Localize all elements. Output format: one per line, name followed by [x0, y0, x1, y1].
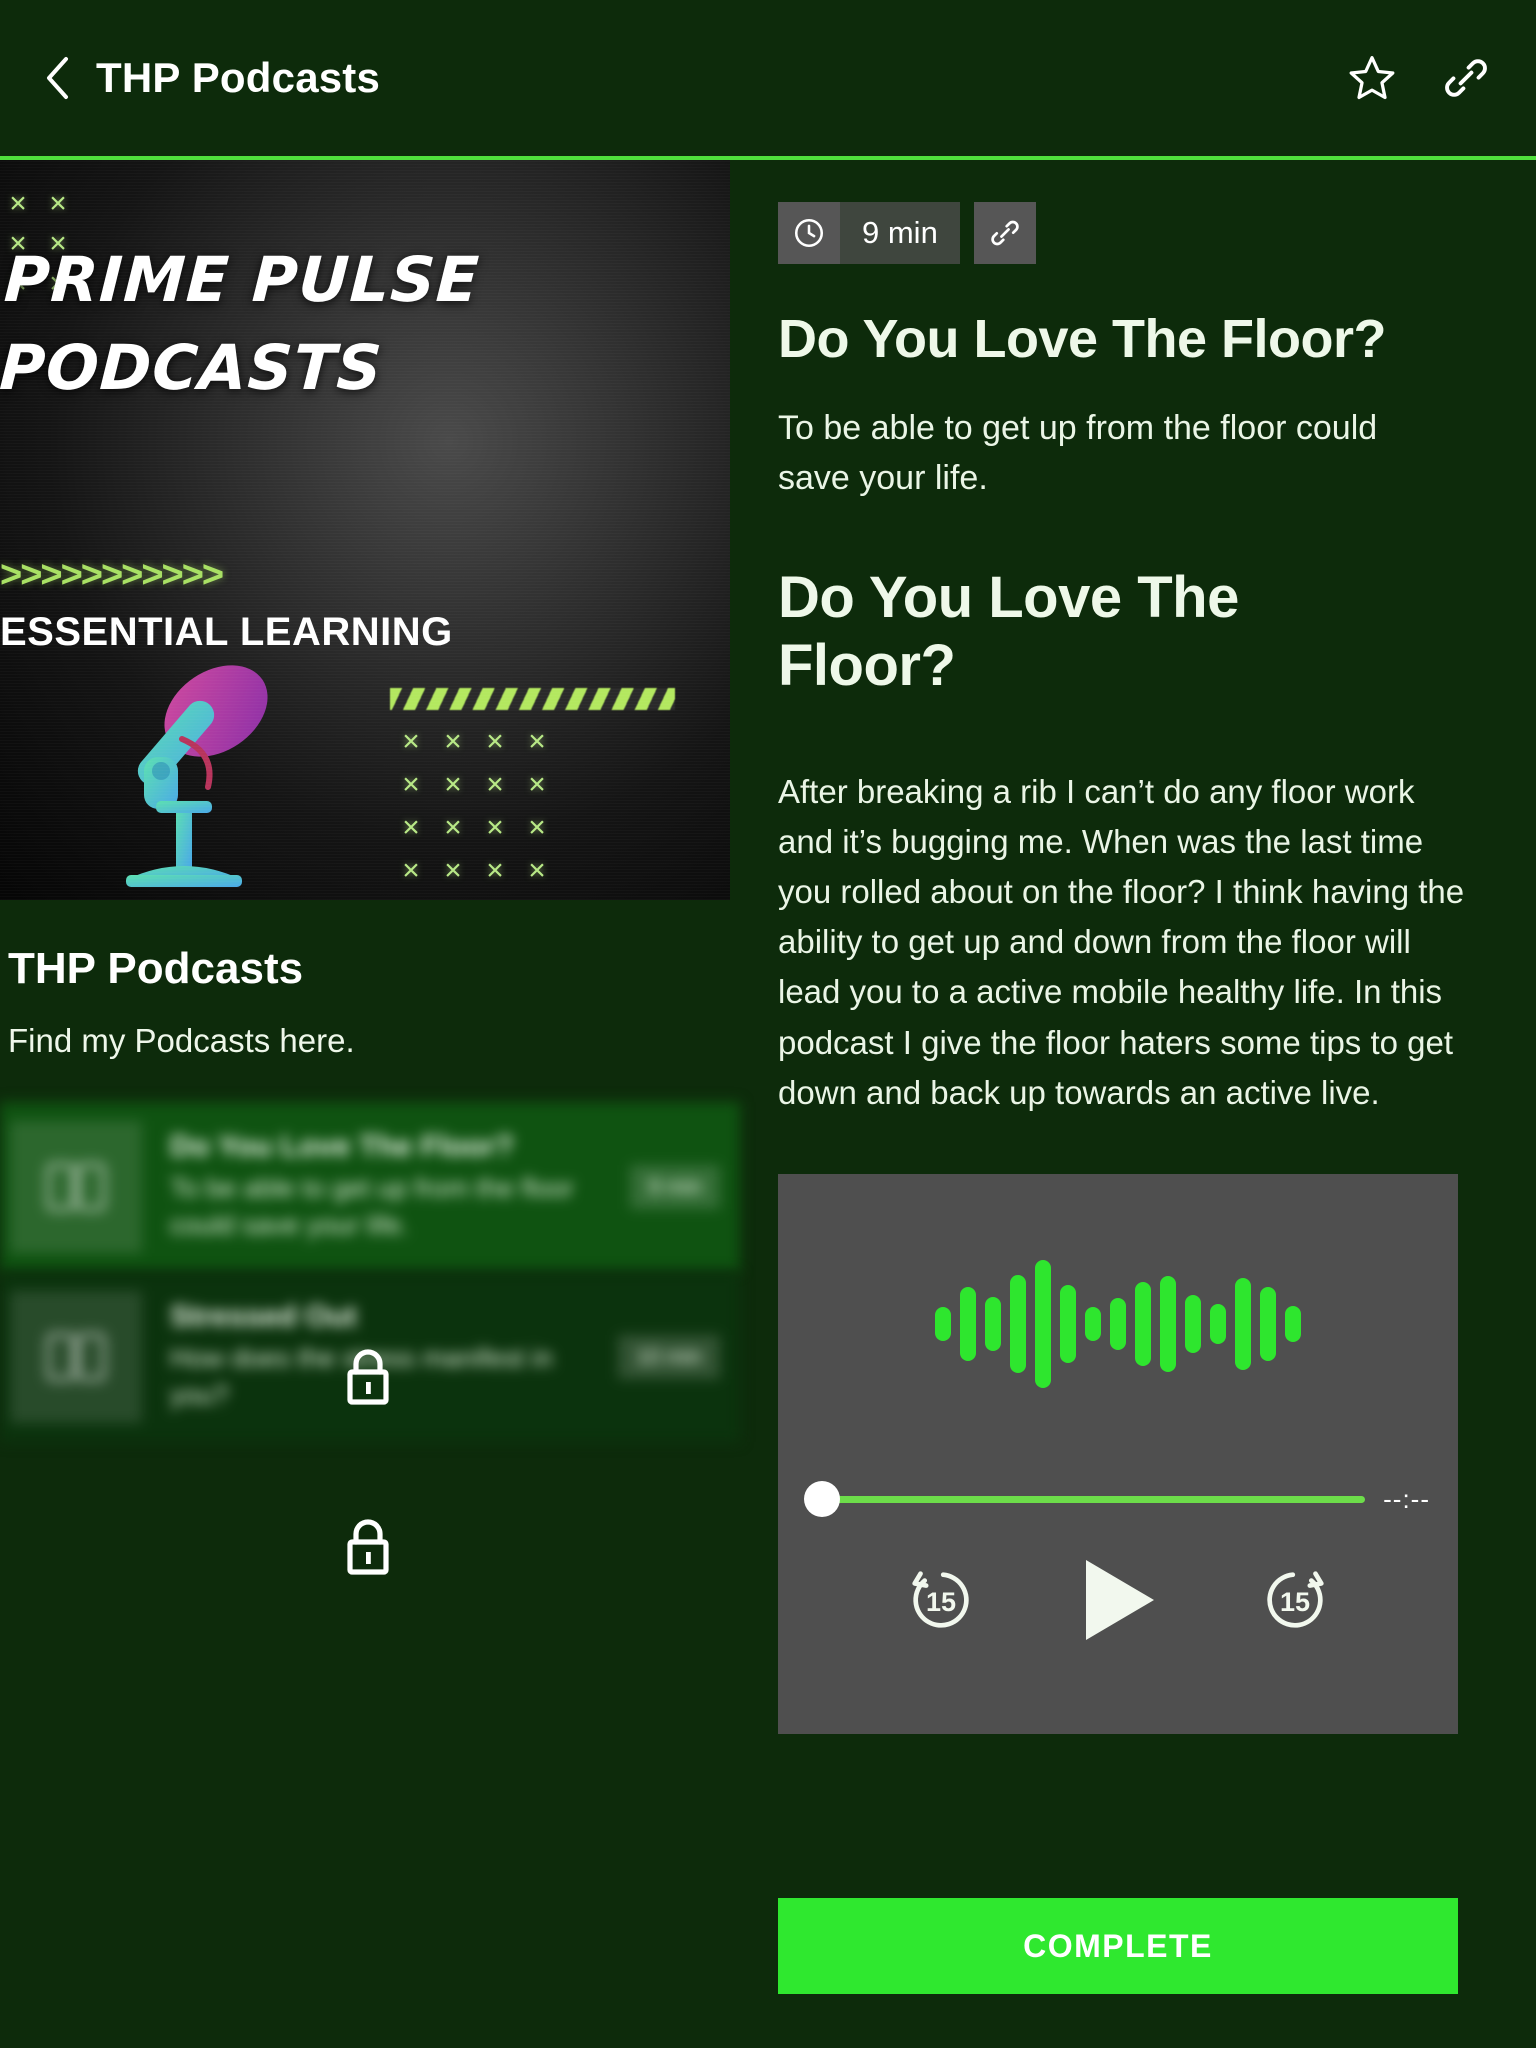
waveform-bar [935, 1306, 951, 1341]
star-icon[interactable] [1346, 52, 1398, 104]
lock-icon [340, 1516, 396, 1580]
list-item-text: Do You Love The Floor? To be able to get… [170, 1130, 630, 1245]
list-item-title: Stressed Out [170, 1299, 357, 1333]
link-icon[interactable] [1440, 52, 1492, 104]
player-controls: 15 15 [778, 1554, 1458, 1651]
rewind-15-label: 15 [925, 1587, 957, 1618]
header-left-group: THP Podcasts [44, 54, 380, 102]
waveform-bar [1210, 1303, 1226, 1344]
waveform-bar [1185, 1294, 1201, 1353]
seek-thumb[interactable] [804, 1481, 840, 1518]
x-mark: × [402, 853, 420, 887]
header-right-group [1346, 52, 1492, 104]
play-icon[interactable] [1076, 1554, 1160, 1651]
link-icon[interactable] [973, 202, 1036, 264]
microphone-icon [98, 665, 298, 900]
book-icon [10, 1291, 142, 1423]
cover-title: PRIME PULSE PODCASTS [0, 236, 482, 412]
complete-button[interactable]: COMPLETE [778, 1898, 1458, 1994]
seek-row: --:-- [778, 1481, 1458, 1518]
rewind-15-icon[interactable]: 15 [902, 1561, 980, 1644]
time-display: --:-- [1383, 1483, 1430, 1514]
list-item[interactable]: Do You Love The Floor? To be able to get… [0, 1102, 740, 1272]
list-item-duration: 9 min [630, 1165, 720, 1209]
cover-title-line-2: PODCASTS [0, 331, 385, 405]
book-icon [10, 1121, 142, 1253]
list-item-duration: 10 min [617, 1335, 720, 1379]
episode-body-text: After breaking a rib I can’t do any floo… [778, 772, 1465, 1111]
x-mark: × [49, 187, 67, 220]
episode-title: Do You Love The Floor? [778, 309, 1387, 369]
forward-15-label: 15 [1279, 1587, 1311, 1618]
waveform-bar [1110, 1297, 1126, 1350]
lock-icon [340, 1346, 396, 1410]
x-mark: × [486, 724, 504, 758]
forward-15-icon[interactable]: 15 [1256, 1561, 1334, 1644]
x-mark: × [9, 187, 27, 220]
back-chevron-icon[interactable] [44, 56, 70, 100]
waveform-bar [1160, 1275, 1176, 1372]
hazard-stripe-decoration [390, 688, 675, 710]
cover-arrows: >>>>>>>>>>> [0, 554, 224, 596]
waveform-bar [1035, 1259, 1051, 1388]
list-item-description: To be able to get up from the floor coul… [170, 1172, 574, 1240]
waveform-bar [985, 1296, 1001, 1351]
cover-title-line-1: PRIME PULSE [2, 243, 482, 316]
episode-lede: To be able to get up from the floor coul… [778, 409, 1378, 497]
x-mark: × [486, 853, 504, 887]
waveform-bar [1135, 1281, 1151, 1366]
audio-waveform [778, 1174, 1458, 1474]
duration-text: 9 min [840, 202, 960, 264]
page-title: THP Podcasts [96, 54, 381, 101]
x-mark: × [444, 724, 462, 758]
list-item-title: Do You Love The Floor? [170, 1129, 514, 1163]
seek-slider[interactable] [804, 1481, 1366, 1518]
duration-badge: 9 min [778, 202, 960, 264]
collection-title: THP Podcasts [8, 944, 304, 993]
waveform-bar [960, 1286, 976, 1361]
podcast-cover-art: × × × × × × PRIME PULSE PODCASTS >>>>>>>… [0, 160, 730, 900]
x-mark: × [528, 767, 546, 801]
x-mark: × [402, 724, 420, 758]
episode-heading: Do You Love The Floor? [778, 564, 1239, 699]
right-column: 9 min Do You Love The Floor? To be able … [740, 160, 1536, 2048]
audio-player: --:-- 15 15 [778, 1173, 1458, 1734]
episode-meta-row: 9 min [778, 202, 1480, 264]
clock-icon [778, 202, 840, 264]
x-mark: × [528, 853, 546, 887]
x-mark: × [528, 724, 546, 758]
cover-subtitle: ESSENTIAL LEARNING [0, 610, 453, 654]
waveform-bar [1285, 1305, 1301, 1342]
waveform-bar [1085, 1306, 1101, 1341]
content-area: × × × × × × PRIME PULSE PODCASTS >>>>>>>… [0, 160, 1536, 2048]
x-mark: × [402, 767, 420, 801]
x-mark: × [444, 853, 462, 887]
x-mark: × [486, 767, 504, 801]
x-mark: × [444, 810, 462, 844]
left-column: × × × × × × PRIME PULSE PODCASTS >>>>>>>… [0, 160, 740, 2048]
waveform-bar [1260, 1286, 1276, 1361]
waveform-bar [1060, 1284, 1076, 1363]
x-mark: × [528, 810, 546, 844]
waveform-bar [1010, 1274, 1026, 1373]
x-mark: × [402, 810, 420, 844]
x-pattern-bottom-right: × × × × × × × × × × × × × × × × [390, 720, 558, 892]
app-header: THP Podcasts [0, 0, 1536, 160]
x-mark: × [486, 810, 504, 844]
collection-subtitle: Find my Podcasts here. [8, 1022, 355, 1059]
waveform-bar [1235, 1277, 1251, 1370]
x-mark: × [444, 767, 462, 801]
